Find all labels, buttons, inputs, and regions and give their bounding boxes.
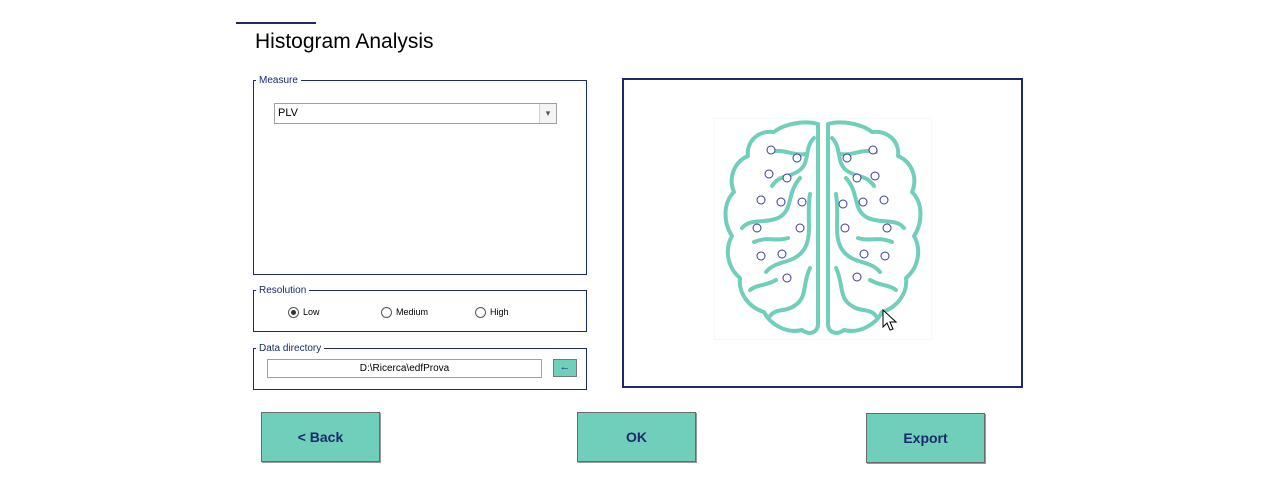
electrode-marker (764, 169, 774, 179)
electrode-marker (797, 197, 807, 207)
resolution-high-label: High (490, 307, 509, 317)
electrode-marker (792, 153, 802, 163)
data-directory-input[interactable]: D:\Ricerca\edfProva (267, 359, 542, 378)
electrode-marker (777, 249, 787, 259)
electrode-marker (766, 145, 776, 155)
resolution-low-radio[interactable]: Low (288, 305, 320, 319)
electrode-marker (870, 171, 880, 181)
ok-button[interactable]: OK (577, 412, 696, 462)
arrow-left-icon: ← (559, 361, 571, 373)
electrode-marker (858, 197, 868, 207)
electrode-marker (840, 223, 850, 233)
page-title: Histogram Analysis (255, 30, 434, 53)
electrode-marker (852, 173, 862, 183)
electrode-marker (782, 173, 792, 183)
electrode-marker (842, 153, 852, 163)
radio-selected-icon[interactable] (288, 306, 299, 318)
back-button[interactable]: < Back (261, 412, 380, 462)
resolution-legend: Resolution (259, 285, 307, 296)
measure-select[interactable]: PLV ▾ (274, 103, 557, 124)
resolution-medium-label: Medium (396, 307, 429, 317)
export-button[interactable]: Export (866, 413, 985, 463)
brain-electrode-map (714, 118, 932, 340)
electrode-marker (795, 223, 805, 233)
electrode-marker (868, 145, 878, 155)
resolution-high-radio[interactable]: High (475, 305, 509, 319)
electrode-marker (880, 251, 890, 261)
electrode-marker (882, 223, 892, 233)
title-accent-line (236, 22, 316, 24)
electrode-marker (782, 273, 792, 283)
measure-legend: Measure (259, 75, 298, 86)
electrode-marker (756, 195, 766, 205)
electrode-marker (756, 251, 766, 261)
electrode-marker (776, 197, 786, 207)
brain-image-panel (622, 78, 1023, 388)
electrode-marker (752, 223, 762, 233)
data-directory-legend: Data directory (259, 343, 322, 354)
browse-directory-button[interactable]: ← (553, 359, 577, 377)
electrode-marker (838, 199, 848, 209)
resolution-medium-radio[interactable]: Medium (381, 305, 428, 319)
measure-select-value: PLV (278, 107, 298, 119)
electrode-marker (859, 249, 869, 259)
mouse-pointer-icon (882, 309, 898, 331)
electrode-marker (852, 272, 862, 282)
chevron-down-icon[interactable]: ▾ (539, 104, 556, 123)
resolution-low-label: Low (303, 307, 320, 317)
electrode-marker (879, 195, 889, 205)
radio-unselected-icon[interactable] (381, 306, 392, 318)
radio-unselected-icon[interactable] (475, 306, 486, 318)
